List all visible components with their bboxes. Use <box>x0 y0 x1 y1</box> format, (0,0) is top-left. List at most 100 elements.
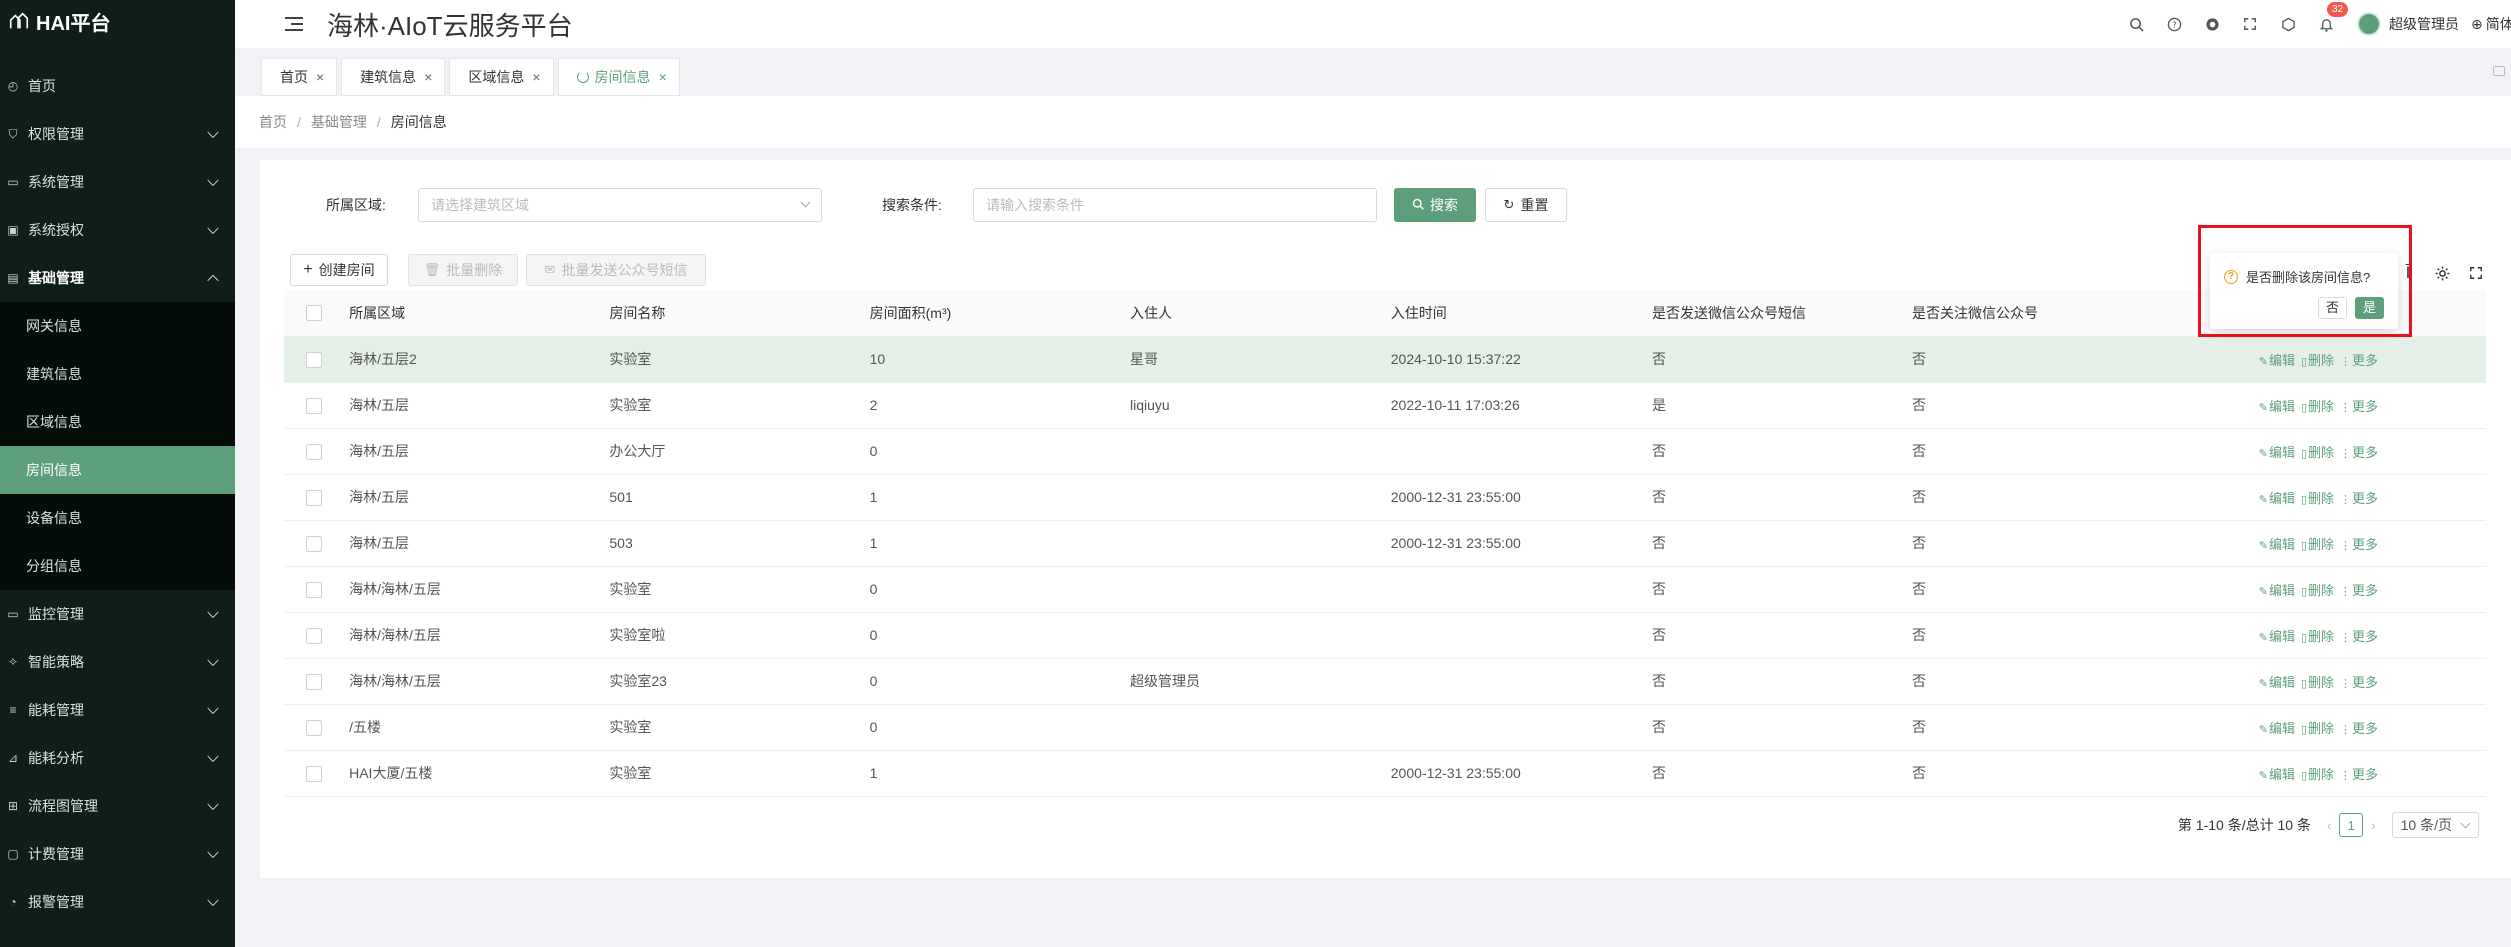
edit-button[interactable]: ✎编辑 <box>2259 445 2295 460</box>
more-button[interactable]: ⋮更多 <box>2340 445 2378 460</box>
help-icon[interactable]: ? <box>2155 0 2193 48</box>
batch-delete-button[interactable]: 🗑 批量删除 <box>408 254 518 286</box>
more-button[interactable]: ⋮更多 <box>2340 721 2378 736</box>
gear-icon[interactable] <box>2425 256 2459 290</box>
sidebar-item-building[interactable]: 建筑信息 <box>0 350 235 398</box>
search-icon[interactable] <box>2117 0 2155 48</box>
delete-button[interactable]: ▯删除 <box>2301 629 2334 644</box>
edit-button[interactable]: ✎编辑 <box>2259 675 2295 690</box>
col-occupant[interactable]: 入住人 <box>1129 290 1391 337</box>
page-size-select[interactable]: 10 条/页 <box>2391 812 2479 838</box>
search-input[interactable]: 请输入搜索条件 <box>973 188 1377 222</box>
reset-button[interactable]: ↻ 重置 <box>1485 188 1567 222</box>
row-checkbox[interactable] <box>306 581 322 598</box>
select-all-checkbox[interactable] <box>306 305 322 322</box>
sidebar-item-energy-analysis[interactable]: ⊿ 能耗分析 <box>0 734 235 782</box>
delete-button[interactable]: ▯删除 <box>2301 491 2334 506</box>
delete-button[interactable]: ▯删除 <box>2301 353 2334 368</box>
lock-icon[interactable] <box>2493 66 2505 76</box>
row-checkbox[interactable] <box>306 765 322 782</box>
delete-button[interactable]: ▯删除 <box>2301 445 2334 460</box>
table-row[interactable]: 海林/五层 503 1 2000-12-31 23:55:00 否否 ✎编辑 ▯删除 ⋮更多 <box>284 520 2486 567</box>
table-row[interactable]: 海林/五层2 实验室 10 星哥 2024-10-10 15:37:22 否否 ✎编辑 ▯删除… <box>284 336 2486 383</box>
sidebar-item-room[interactable]: 房间信息 <box>0 446 235 494</box>
sidebar-item-gateway[interactable]: 网关信息 <box>0 302 235 350</box>
github-icon[interactable] <box>2193 0 2231 48</box>
menu-fold-icon[interactable] <box>285 17 303 31</box>
edit-button[interactable]: ✎编辑 <box>2259 767 2295 782</box>
sidebar-item-group[interactable]: 分组信息 <box>0 542 235 590</box>
sidebar-item-alarm[interactable]: ◔ 报警管理 <box>0 878 235 926</box>
col-sms-sent[interactable]: 是否发送微信公众号短信 <box>1652 290 1912 337</box>
sidebar-item-device[interactable]: 设备信息 <box>0 494 235 542</box>
delete-button[interactable]: ▯删除 <box>2301 399 2334 414</box>
sidebar-item-area[interactable]: 区域信息 <box>0 398 235 446</box>
table-row[interactable]: HAI大厦/五楼 实验室 1 2000-12-31 23:55:00 否否 ✎编辑 ▯删除 ⋮… <box>284 750 2486 797</box>
sidebar-item-strategy[interactable]: ✧ 智能策略 <box>0 638 235 686</box>
row-checkbox[interactable] <box>306 351 322 368</box>
more-button[interactable]: ⋮更多 <box>2340 537 2378 552</box>
sidebar-item-home[interactable]: ◴ 首页 <box>0 62 235 110</box>
table-row[interactable]: 海林/五层 实验室 2 liqiuyu 2022-10-11 17:03:26 是否 ✎编辑… <box>284 382 2486 429</box>
refresh-icon[interactable] <box>576 71 589 83</box>
delete-button[interactable]: ▯删除 <box>2301 675 2334 690</box>
table-row[interactable]: 海林/海林/五层 实验室23 0 超级管理员 否否 ✎编辑 ▯删除 ⋮更多 <box>284 658 2486 705</box>
avatar[interactable] <box>2357 12 2381 36</box>
sidebar-item-basic[interactable]: ▤ 基础管理 <box>0 254 235 302</box>
tab-area[interactable]: 区域信息 × <box>449 58 554 96</box>
sidebar-item-license[interactable]: ▣ 系统授权 <box>0 206 235 254</box>
delete-button[interactable]: ▯删除 <box>2301 721 2334 736</box>
row-checkbox[interactable] <box>306 719 322 736</box>
col-checkin-time[interactable]: 入住时间 <box>1390 290 1653 337</box>
table-row[interactable]: /五楼 实验室 0 否否 ✎编辑 ▯删除 ⋮更多 <box>284 704 2486 751</box>
close-icon[interactable]: × <box>532 69 540 85</box>
cube-icon[interactable] <box>2269 0 2307 48</box>
col-room-area[interactable]: 房间面积(m³) <box>869 290 1130 337</box>
row-checkbox[interactable] <box>306 535 322 552</box>
col-room-name[interactable]: 房间名称 <box>609 290 870 337</box>
edit-button[interactable]: ✎编辑 <box>2259 353 2295 368</box>
more-button[interactable]: ⋮更多 <box>2340 767 2378 782</box>
tab-room[interactable]: 房间信息 × <box>557 58 680 96</box>
sidebar-item-billing[interactable]: ▢ 计费管理 <box>0 830 235 878</box>
area-select[interactable]: 请选择建筑区域 <box>418 188 822 222</box>
language-switch[interactable]: ⊕ 简体中文 <box>2471 14 2511 34</box>
delete-button[interactable]: ▯删除 <box>2301 583 2334 598</box>
row-checkbox[interactable] <box>306 673 322 690</box>
next-page-icon[interactable]: › <box>2371 818 2375 833</box>
close-icon[interactable]: × <box>659 69 667 85</box>
breadcrumb-basic[interactable]: 基础管理 <box>311 112 367 132</box>
sidebar-item-system[interactable]: ▭ 系统管理 <box>0 158 235 206</box>
more-button[interactable]: ⋮更多 <box>2340 583 2378 598</box>
sidebar-item-energy[interactable]: ≡ 能耗管理 <box>0 686 235 734</box>
create-room-button[interactable]: + 创建房间 <box>290 254 388 286</box>
more-button[interactable]: ⋮更多 <box>2340 353 2378 368</box>
more-button[interactable]: ⋮更多 <box>2340 399 2378 414</box>
sidebar-item-flowchart[interactable]: ⊞ 流程图管理 <box>0 782 235 830</box>
edit-button[interactable]: ✎编辑 <box>2259 491 2295 506</box>
row-checkbox[interactable] <box>306 627 322 644</box>
col-area[interactable]: 所属区域 <box>349 290 610 337</box>
prev-page-icon[interactable]: ‹ <box>2327 818 2331 833</box>
logo[interactable]: HAI平台 <box>0 0 235 42</box>
fullscreen-icon[interactable] <box>2231 0 2269 48</box>
sidebar-item-monitor[interactable]: ▭ 监控管理 <box>0 590 235 638</box>
more-button[interactable]: ⋮更多 <box>2340 675 2378 690</box>
table-row[interactable]: 海林/海林/五层 实验室啦 0 否否 ✎编辑 ▯删除 ⋮更多 <box>284 612 2486 659</box>
edit-button[interactable]: ✎编辑 <box>2259 537 2295 552</box>
close-icon[interactable]: × <box>316 69 324 85</box>
row-checkbox[interactable] <box>306 397 322 414</box>
row-checkbox[interactable] <box>306 443 322 460</box>
breadcrumb-home[interactable]: 首页 <box>259 112 287 132</box>
edit-button[interactable]: ✎编辑 <box>2259 721 2295 736</box>
tab-home[interactable]: 首页 × <box>261 58 338 96</box>
search-button[interactable]: 搜索 <box>1394 188 1476 222</box>
delete-button[interactable]: ▯删除 <box>2301 537 2334 552</box>
table-row[interactable]: 海林/五层 办公大厅 0 否否 ✎编辑 ▯删除 ⋮更多 <box>284 428 2486 475</box>
col-wechat-follow[interactable]: 是否关注微信公众号 <box>1911 290 2149 337</box>
more-button[interactable]: ⋮更多 <box>2340 629 2378 644</box>
more-button[interactable]: ⋮更多 <box>2340 491 2378 506</box>
batch-sms-button[interactable]: ✉ 批量发送公众号短信 <box>526 254 706 286</box>
bell-icon[interactable]: 32 <box>2307 0 2349 48</box>
close-icon[interactable]: × <box>424 69 432 85</box>
